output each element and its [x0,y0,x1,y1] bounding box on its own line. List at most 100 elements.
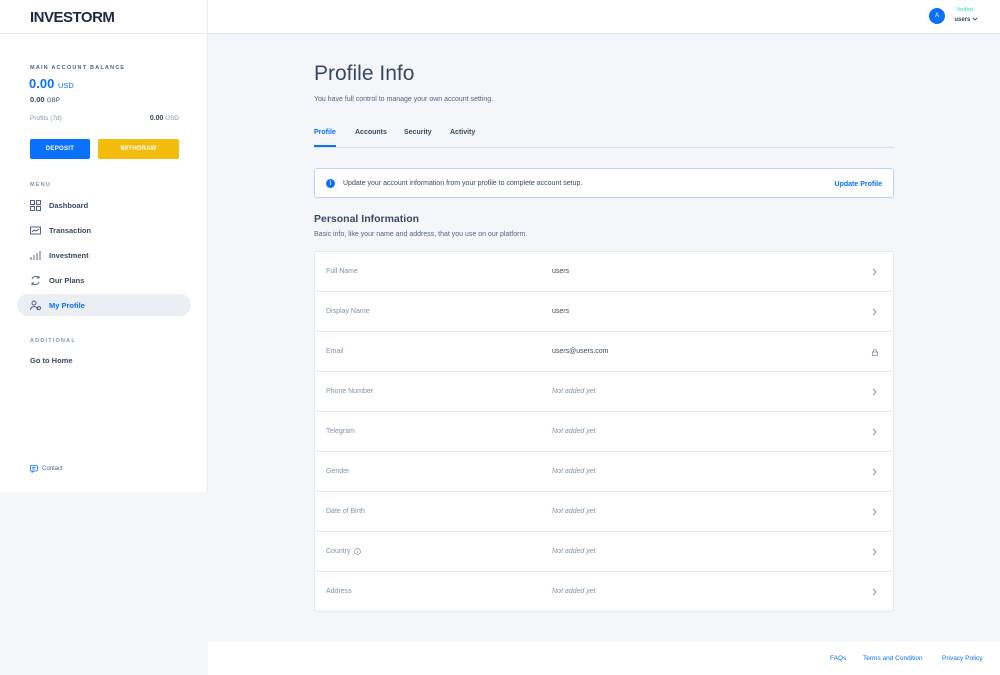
info-circle-icon[interactable] [353,548,361,555]
field-label: Display Name [326,308,370,315]
top-header: A Verified users [208,0,1000,34]
sidebar-item-label: Our Plans [49,275,85,285]
tab-security[interactable]: Security [404,129,432,136]
balance-gbp: 0.00 GBP [30,95,60,104]
transaction-icon [30,225,41,236]
balance-usd-currency: USD [57,81,74,90]
page-subtitle: You have full control to manage your own… [314,96,494,103]
balance-gbp-currency: GBP [46,97,60,104]
tab-accounts[interactable]: Accounts [355,129,387,136]
verified-status: Verified [956,7,973,13]
page-title: Profile Info [314,62,415,85]
dashboard-icon [30,199,41,211]
tab-profile[interactable]: Profile [314,129,336,136]
sidebar-item-plans[interactable]: Our Plans [17,269,191,291]
personal-info-card: Full Name users Display Name users Email… [314,251,894,612]
field-label: Country [326,548,361,555]
chat-icon [30,465,38,473]
field-label: Address [326,588,352,595]
sidebar-item-dashboard[interactable]: Dashboard [17,194,191,216]
balance-gbp-value: 0.00 [30,95,45,104]
plans-icon [30,275,41,286]
chevron-down-icon [972,17,978,21]
profits-value: 0.00 [149,115,164,122]
go-to-home-link[interactable]: Go to Home [30,356,73,365]
section-subtitle: Basic info, like your name and address, … [314,231,528,238]
lock-icon [870,347,879,357]
profile-icon [30,300,41,311]
active-tab-indicator [314,145,336,147]
balance-label: MAIN ACCOUNT BALANCE [30,65,126,71]
investment-icon [30,250,41,261]
field-label: Gender [326,468,350,475]
info-alert: i Update your account information from y… [314,168,894,198]
field-row-date-of-birth[interactable]: Date of Birth Not added yet [315,492,893,532]
field-row-gender[interactable]: Gender Not added yet [315,452,893,492]
field-label: Date of Birth [326,508,365,515]
footer-link-privacy[interactable]: Privacy Policy [942,655,982,662]
field-value: users@users.com [552,348,609,355]
chevron-right-icon[interactable] [870,587,879,597]
chevron-right-icon[interactable] [870,427,879,437]
field-row-phone[interactable]: Phone Number Not added yet [315,372,893,412]
field-value: Not added yet [552,468,596,475]
balance-usd: 0.00 USD [29,76,74,91]
footer-link-faqs[interactable]: FAQs [830,655,846,662]
field-row-full-name[interactable]: Full Name users [315,252,893,292]
field-label: Telegram [326,428,355,435]
field-value: Not added yet [552,588,596,595]
field-label: Phone Number [326,388,374,395]
section-title: Personal Information [314,213,420,225]
deposit-button[interactable]: DEPOSIT [30,139,90,159]
profits-row: Profits (7d) 0.00 USD [30,115,179,122]
info-icon: i [326,179,335,188]
profile-tabs: Profile Accounts Security Activity [314,122,894,148]
footer: FAQs Terms and Condition Privacy Policy [208,642,1000,675]
field-label: Full Name [326,268,358,275]
sidebar-item-transaction[interactable]: Transaction [17,219,191,241]
chevron-right-icon[interactable] [870,387,879,397]
chevron-right-icon[interactable] [870,507,879,517]
field-value: Not added yet [552,428,596,435]
contact-link[interactable]: Contact [30,465,63,473]
field-label-text: Country [326,548,351,555]
field-row-email: Email users@users.com [315,332,893,372]
avatar-initial: A [934,13,939,19]
sidebar-item-label: Investment [49,250,89,260]
profits-label: Profits (7d) [30,115,62,122]
chevron-right-icon[interactable] [870,267,879,277]
balance-usd-value: 0.00 [29,76,55,91]
user-dropdown[interactable]: users [954,17,978,23]
field-value: Not added yet [552,548,596,555]
chevron-right-icon[interactable] [870,307,879,317]
field-value: users [552,308,570,315]
field-row-display-name[interactable]: Display Name users [315,292,893,332]
sidebar-item-label: My Profile [49,300,85,310]
contact-label: Contact [42,466,63,472]
chevron-right-icon[interactable] [870,547,879,557]
chevron-right-icon[interactable] [870,467,879,477]
menu-label: MENU [30,182,51,188]
profits-currency: USD [165,115,179,122]
username: users [954,17,971,23]
sidebar: INVESTORM MAIN ACCOUNT BALANCE 0.00 USD … [0,0,208,492]
withdraw-button[interactable]: WITHDRAW [98,139,179,159]
alert-message: Update your account information from you… [343,180,583,187]
field-value: users [552,268,570,275]
field-row-telegram[interactable]: Telegram Not added yet [315,412,893,452]
sidebar-item-label: Transaction [49,225,92,235]
sidebar-item-profile[interactable]: My Profile [17,294,191,316]
field-value: Not added yet [552,508,596,515]
field-label: Email [326,348,344,355]
brand-logo[interactable]: INVESTORM [0,0,207,34]
footer-link-terms[interactable]: Terms and Condition [863,655,923,662]
sidebar-item-label: Dashboard [49,200,89,210]
additional-label: ADDITIONAL [30,338,76,344]
user-avatar[interactable]: A [929,8,945,24]
field-row-country[interactable]: Country Not added yet [315,532,893,572]
sidebar-item-investment[interactable]: Investment [17,244,191,266]
tab-activity[interactable]: Activity [450,129,475,136]
field-row-address[interactable]: Address Not added yet [315,572,893,612]
field-value: Not added yet [552,388,596,395]
update-profile-link[interactable]: Update Profile [835,181,882,188]
